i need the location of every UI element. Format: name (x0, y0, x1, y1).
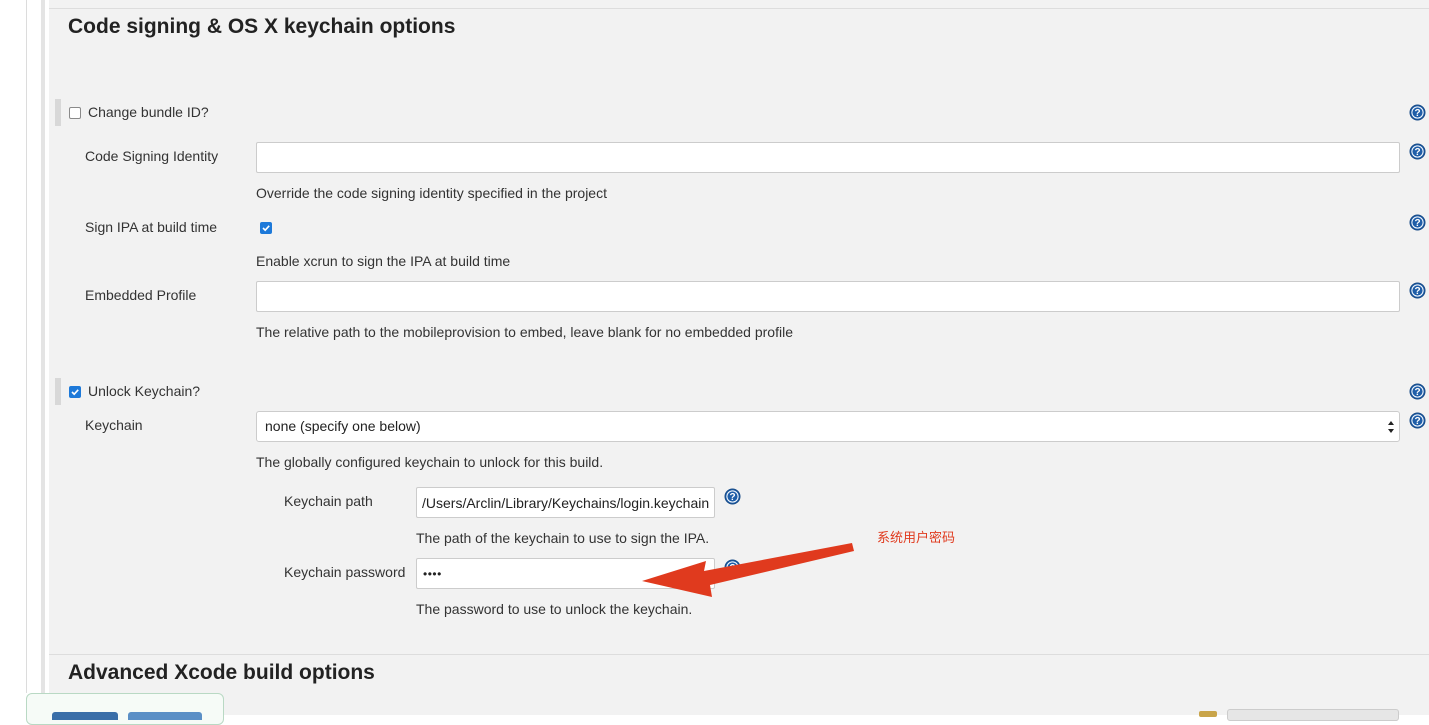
code-signing-identity-label: Code Signing Identity (85, 148, 219, 164)
group-rail-keychain (55, 378, 61, 405)
keychain-select-value: none (specify one below) (265, 418, 421, 434)
bottom-toolbar-box (26, 693, 224, 725)
help-icon[interactable]: ? (1409, 383, 1426, 400)
group-rail-bundle (55, 99, 61, 126)
svg-text:?: ? (1414, 108, 1420, 119)
help-icon[interactable]: ? (1409, 143, 1426, 160)
section-divider (49, 654, 1429, 655)
code-signing-identity-description: Override the code signing identity speci… (256, 185, 607, 201)
apply-button[interactable] (128, 712, 202, 720)
select-arrows-icon (1388, 421, 1394, 433)
keychain-path-label: Keychain path (284, 493, 373, 509)
svg-text:?: ? (1414, 147, 1420, 158)
help-icon[interactable]: ? (1409, 214, 1426, 231)
annotation-text: 系统用户密码 (877, 531, 956, 546)
code-signing-identity-input[interactable] (256, 142, 1400, 173)
help-icon[interactable]: ? (724, 488, 741, 505)
svg-text:?: ? (1414, 218, 1420, 229)
annotation-arrow-icon (642, 543, 854, 597)
keychain-select[interactable]: none (specify one below) (256, 411, 1400, 442)
sign-ipa-description: Enable xcrun to sign the IPA at build ti… (256, 253, 511, 269)
save-button[interactable] (52, 712, 118, 720)
section-title-advanced: Advanced Xcode build options (68, 661, 375, 684)
partial-button[interactable] (1227, 709, 1399, 721)
unlock-keychain-checkbox[interactable] (69, 386, 81, 398)
svg-text:?: ? (1414, 416, 1420, 427)
left-rail (26, 0, 27, 693)
keychain-label: Keychain (85, 417, 143, 433)
sign-ipa-checkbox[interactable] (260, 222, 272, 234)
keychain-description: The globally configured keychain to unlo… (256, 454, 604, 470)
help-icon[interactable]: ? (1409, 104, 1426, 121)
embedded-profile-description: The relative path to the mobileprovision… (256, 324, 793, 340)
embedded-profile-input[interactable] (256, 281, 1400, 312)
help-icon[interactable]: ? (1409, 282, 1426, 299)
change-bundle-id-checkbox[interactable] (69, 107, 81, 119)
config-panel (49, 0, 1429, 715)
embedded-profile-label: Embedded Profile (85, 287, 197, 303)
svg-text:?: ? (1414, 286, 1420, 297)
svg-text:?: ? (1414, 387, 1420, 398)
help-icon[interactable]: ? (1409, 412, 1426, 429)
password-mask: •••• (423, 567, 442, 581)
left-rail-thick (41, 0, 45, 715)
partial-icon (1199, 711, 1217, 717)
unlock-keychain-label: Unlock Keychain? (88, 383, 201, 399)
sign-ipa-label: Sign IPA at build time (85, 219, 218, 235)
section-title-code-signing: Code signing & OS X keychain options (68, 15, 456, 38)
keychain-path-input[interactable] (416, 487, 715, 518)
change-bundle-id-label: Change bundle ID? (88, 104, 209, 120)
svg-text:?: ? (729, 492, 735, 503)
top-divider (49, 8, 1429, 9)
keychain-password-label: Keychain password (284, 564, 406, 580)
